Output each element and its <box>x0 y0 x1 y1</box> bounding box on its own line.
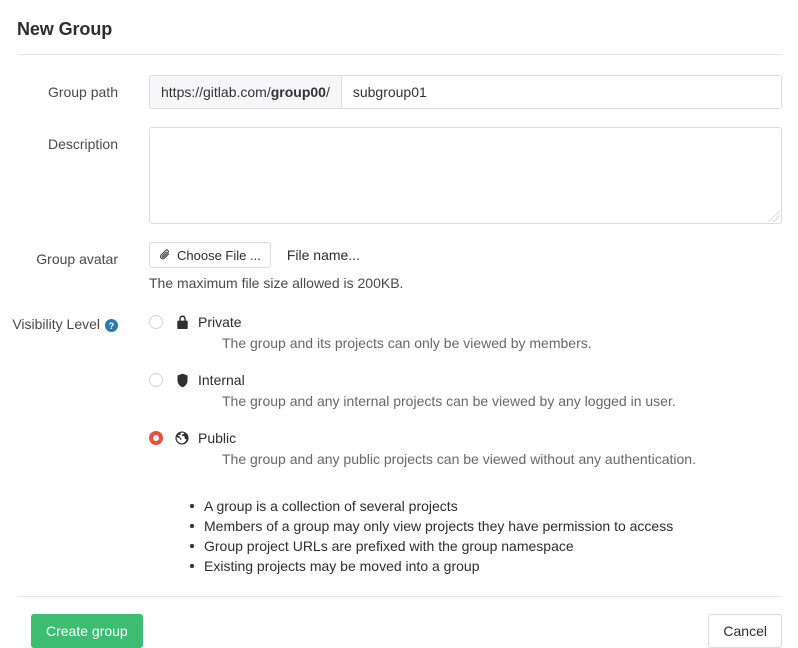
visibility-option-public-description: The group and any public projects can be… <box>222 450 782 468</box>
visibility-option-private-head: Private <box>149 313 782 331</box>
group-path-control: https://gitlab.com/group00/ <box>149 75 798 109</box>
description-textarea-wrap <box>149 127 782 224</box>
new-group-page: New Group Group path https://gitlab.com/… <box>0 0 798 648</box>
list-item: A group is a collection of several proje… <box>190 496 798 516</box>
new-group-form: Group path https://gitlab.com/group00/ D… <box>0 55 798 576</box>
form-actions: Create group Cancel <box>0 597 798 648</box>
visibility-options: Private The group and its projects can o… <box>149 313 798 468</box>
choose-file-label: Choose File ... <box>177 248 261 263</box>
visibility-option-internal[interactable]: Internal The group and any internal proj… <box>149 371 782 410</box>
list-item: Existing projects may be moved into a gr… <box>190 556 798 576</box>
list-item: Members of a group may only view project… <box>190 516 798 536</box>
create-group-button[interactable]: Create group <box>31 614 143 648</box>
visibility-option-public[interactable]: Public The group and any public projects… <box>149 429 782 468</box>
group-avatar-row: Group avatar Choose File ... File name..… <box>0 242 798 291</box>
page-header: New Group <box>0 0 798 54</box>
visibility-option-internal-head: Internal <box>149 371 782 389</box>
visibility-option-public-name: Public <box>198 429 236 447</box>
svg-text:?: ? <box>109 320 114 330</box>
visibility-option-private[interactable]: Private The group and its projects can o… <box>149 313 782 352</box>
group-avatar-label: Group avatar <box>0 242 118 268</box>
description-control <box>149 127 798 224</box>
globe-icon <box>174 431 190 445</box>
list-item: Group project URLs are prefixed with the… <box>190 536 798 556</box>
group-path-row: Group path https://gitlab.com/group00/ <box>0 75 798 109</box>
page-title: New Group <box>17 18 782 40</box>
shield-icon <box>174 373 190 388</box>
group-path-input-group: https://gitlab.com/group00/ <box>149 75 782 109</box>
choose-file-button[interactable]: Choose File ... <box>149 242 271 268</box>
visibility-option-internal-name: Internal <box>198 371 245 389</box>
avatar-help-text: The maximum file size allowed is 200KB. <box>149 275 782 291</box>
group-avatar-control: Choose File ... File name... The maximum… <box>149 242 798 291</box>
radio-internal[interactable] <box>149 373 163 387</box>
group-path-prefix: https://gitlab.com/group00/ <box>149 75 341 109</box>
group-path-prefix-host: https://gitlab.com/ <box>161 84 271 100</box>
lock-icon <box>174 315 190 330</box>
radio-public[interactable] <box>149 431 163 445</box>
group-path-prefix-namespace: group00 <box>271 84 326 100</box>
group-facts-list: A group is a collection of several proje… <box>0 496 798 576</box>
visibility-option-internal-description: The group and any internal projects can … <box>222 392 782 410</box>
visibility-option-private-name: Private <box>198 313 242 331</box>
visibility-level-row: Visibility Level ? <box>0 313 798 468</box>
description-textarea[interactable] <box>149 127 782 224</box>
paperclip-icon <box>159 249 171 261</box>
choose-file-line: Choose File ... File name... <box>149 242 782 268</box>
cancel-button[interactable]: Cancel <box>708 614 782 648</box>
visibility-option-public-head: Public <box>149 429 782 447</box>
visibility-option-private-description: The group and its projects can only be v… <box>222 334 782 352</box>
visibility-level-label-text: Visibility Level <box>12 315 100 333</box>
group-path-input[interactable] <box>341 75 782 109</box>
description-row: Description <box>0 127 798 224</box>
group-path-label: Group path <box>0 75 118 101</box>
description-label: Description <box>0 127 118 153</box>
group-path-prefix-slash: / <box>326 84 330 100</box>
question-circle-icon[interactable]: ? <box>105 318 118 331</box>
file-name-text: File name... <box>287 247 360 263</box>
visibility-level-label: Visibility Level ? <box>0 313 118 333</box>
radio-private[interactable] <box>149 315 163 329</box>
